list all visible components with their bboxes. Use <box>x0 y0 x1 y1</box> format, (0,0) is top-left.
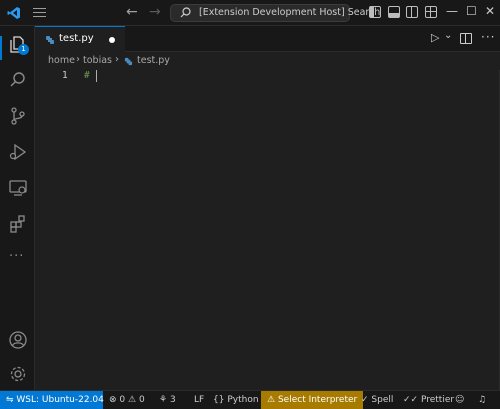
warning-icon: ⚠ <box>267 395 276 405</box>
braces-icon: {} <box>213 395 225 405</box>
search-label: [Extension Development Host] Search <box>199 7 381 18</box>
breadcrumb-item-home[interactable]: home <box>48 55 75 66</box>
code-line[interactable]: # <box>84 70 90 81</box>
editor-tab-bar: test.py ▷ ⌄ ··· <box>35 26 500 52</box>
eol-indicator[interactable]: LF <box>194 391 204 409</box>
spell-label: Spell <box>371 395 394 405</box>
explorer-badge: 1 <box>18 44 29 55</box>
prettier-label: Prettier <box>420 395 455 405</box>
toggle-secondary-sidebar-icon[interactable] <box>406 6 418 18</box>
python-file-icon <box>46 36 54 44</box>
run-and-debug-icon[interactable] <box>8 142 28 162</box>
unsaved-dot-icon[interactable] <box>109 37 115 43</box>
double-check-icon: ✓✓ <box>403 395 419 405</box>
accounts-icon[interactable] <box>8 330 28 350</box>
problems-indicator[interactable]: ⊗ 0 ⚠ 0 <box>109 391 145 409</box>
language-label: Python <box>227 395 259 405</box>
run-options-chevron-icon[interactable]: ⌄ <box>444 30 452 41</box>
select-interpreter-button[interactable]: ⚠ Select Interpreter <box>261 391 364 409</box>
warning-icon: ⚠ <box>128 395 137 405</box>
check-icon: ✓ <box>361 395 369 405</box>
breadcrumb: home › tobias › test.py <box>35 52 500 70</box>
breadcrumb-item-tobias[interactable]: tobias <box>83 55 112 66</box>
run-python-file-icon[interactable]: ▷ <box>431 31 439 44</box>
chevron-right-icon: › <box>76 54 80 65</box>
breadcrumb-item-file[interactable]: test.py <box>137 55 170 66</box>
activity-bar: 1 ··· <box>0 26 35 390</box>
code-editor[interactable]: 1 # <box>35 70 500 390</box>
toggle-primary-sidebar-icon[interactable] <box>369 6 381 18</box>
remote-label: WSL: Ubuntu-22.04 <box>16 395 104 405</box>
extensions-icon[interactable] <box>8 214 28 234</box>
remote-explorer-icon[interactable] <box>8 178 28 198</box>
search-icon <box>180 7 191 18</box>
remote-icon: ⇋ <box>6 395 17 405</box>
language-mode[interactable]: {} Python <box>213 391 259 409</box>
status-bar: ⇋ WSL: Ubuntu-22.04 ⊗ 0 ⚠ 0 ⚘ 3 LF {} Py… <box>0 390 500 409</box>
chevron-right-icon: › <box>115 54 119 65</box>
python-file-icon <box>124 57 133 66</box>
remote-indicator[interactable]: ⇋ WSL: Ubuntu-22.04 <box>0 391 104 409</box>
vscode-logo-icon <box>7 7 20 19</box>
forward-arrow-icon[interactable]: → <box>149 4 161 20</box>
settings-gear-icon[interactable] <box>8 364 28 384</box>
prettier-indicator[interactable]: ✓✓ Prettier <box>403 391 454 409</box>
toggle-panel-icon[interactable] <box>388 6 400 18</box>
ports-indicator[interactable]: ⚘ 3 <box>159 391 176 409</box>
minimize-icon[interactable]: — <box>446 4 458 18</box>
ports-icon: ⚘ <box>159 395 168 405</box>
tab-label: test.py <box>59 33 94 44</box>
back-arrow-icon[interactable]: ← <box>126 4 138 20</box>
text-cursor <box>96 70 97 82</box>
more-actions-icon[interactable]: ··· <box>481 30 495 44</box>
menu-icon[interactable] <box>33 8 46 18</box>
spell-check-indicator[interactable]: ✓ Spell <box>361 391 393 409</box>
error-count: 0 <box>119 395 126 405</box>
split-editor-icon[interactable] <box>460 33 472 44</box>
tab-test-py[interactable]: test.py <box>35 26 125 52</box>
notifications-bell-icon[interactable]: ♫ <box>478 391 486 409</box>
close-window-icon[interactable]: ✕ <box>485 4 495 18</box>
line-number: 1 <box>62 70 68 81</box>
more-views-icon[interactable]: ··· <box>9 249 24 264</box>
maximize-icon[interactable]: ☐ <box>466 4 477 18</box>
customize-layout-icon[interactable] <box>425 6 437 18</box>
warning-count: 0 <box>138 395 145 405</box>
interpreter-label: Select Interpreter <box>277 395 358 405</box>
search-icon[interactable] <box>8 70 28 90</box>
title-bar: ← → [Extension Development Host] Search … <box>0 0 500 26</box>
feedback-icon[interactable]: ☺ <box>455 391 464 409</box>
error-icon: ⊗ <box>109 395 117 405</box>
command-center-search[interactable]: [Extension Development Host] Search <box>170 4 380 22</box>
source-control-icon[interactable] <box>8 106 28 126</box>
active-indicator <box>0 36 2 60</box>
ports-count: 3 <box>169 395 176 405</box>
